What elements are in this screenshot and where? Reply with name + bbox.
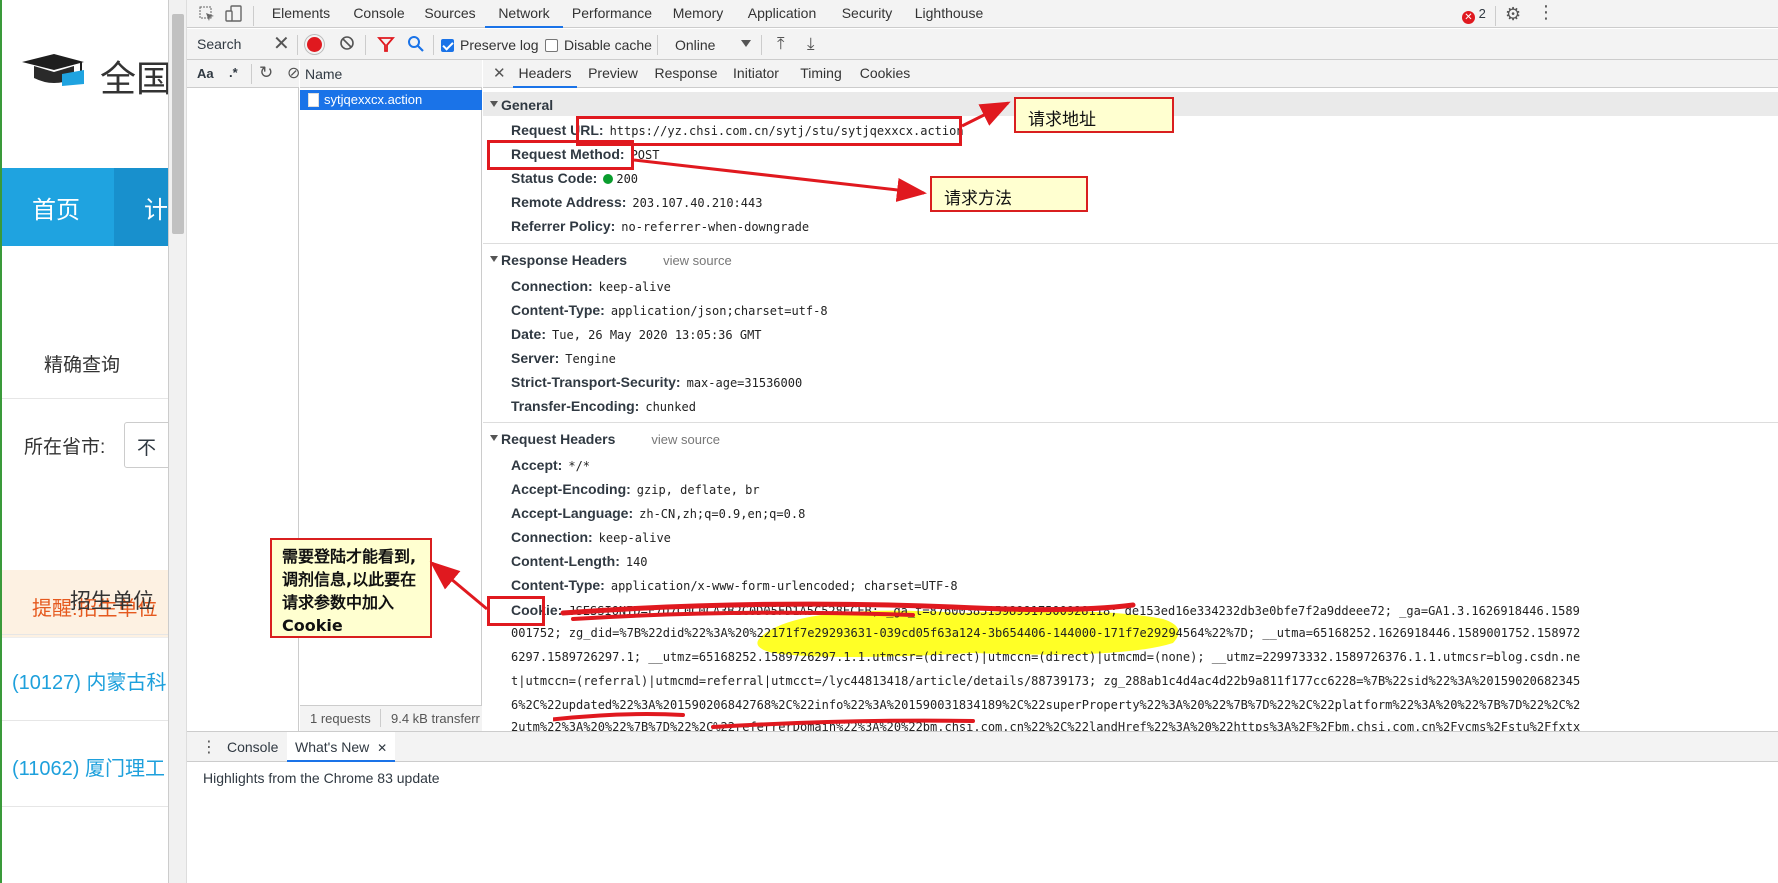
- annotation-arrows: [429, 101, 1011, 611]
